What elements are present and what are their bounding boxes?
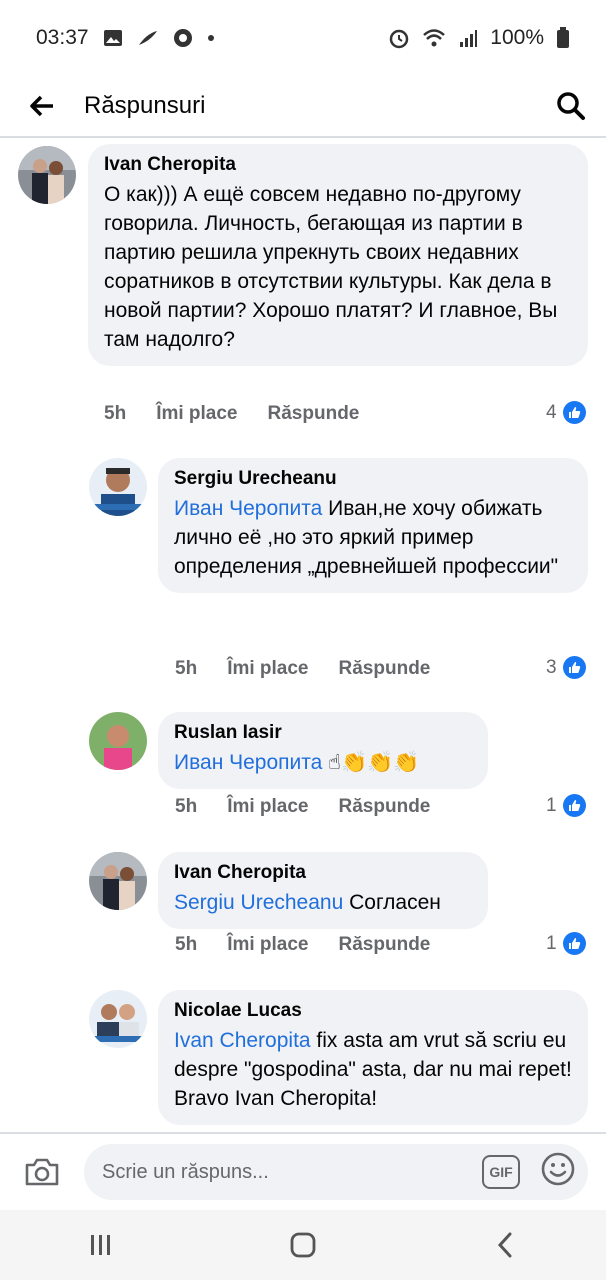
app-header: Răspunsuri: [0, 76, 606, 138]
gallery-icon: [103, 29, 123, 47]
comment-time: 5h: [175, 796, 198, 817]
like-button[interactable]: Îmi place: [156, 403, 237, 425]
comment-bubble: Sergiu Urecheanu Иван Черопита Иван,не х…: [158, 458, 588, 593]
comment-bubble: Nicolae Lucas Ivan Cheropita fix asta am…: [158, 990, 588, 1125]
mention-link[interactable]: Sergiu Urecheanu: [174, 891, 343, 914]
reaction-count[interactable]: 1: [546, 794, 586, 817]
comment-bubble: Ivan Cheropita Sergiu Urecheanu Согласен: [158, 852, 488, 929]
reaction-count[interactable]: 3: [546, 656, 586, 679]
reply-button[interactable]: Răspunde: [339, 796, 431, 818]
reaction-number: 3: [546, 656, 557, 678]
home-icon: [290, 1232, 316, 1258]
comment-actions: 5h Îmi place Răspunde: [175, 796, 460, 818]
comment-author[interactable]: Nicolae Lucas: [174, 1000, 572, 1022]
avatar[interactable]: [18, 146, 76, 204]
like-button[interactable]: Îmi place: [227, 796, 308, 818]
comment-author[interactable]: Ivan Cheropita: [104, 154, 572, 176]
comment-bubble: Ruslan Iasir Иван Черопита ☝👏👏👏: [158, 712, 488, 789]
comment-time: 5h: [175, 658, 198, 679]
reaction-number: 1: [546, 794, 557, 816]
avatar[interactable]: [89, 712, 147, 770]
comment-actions: 5h Îmi place Răspunde: [104, 403, 389, 425]
emoji-button[interactable]: [540, 1151, 576, 1193]
reaction-number: 1: [546, 932, 557, 954]
mention-link[interactable]: Иван Черопита: [174, 497, 322, 520]
comment-text: Согласен: [343, 891, 441, 914]
battery-icon: [556, 27, 570, 49]
comment-bubble: Ivan Cheropita О как))) А ещё совсем нед…: [88, 144, 588, 366]
comment-author[interactable]: Sergiu Urecheanu: [174, 468, 572, 490]
reply-input-placeholder: Scrie un răspuns...: [102, 1160, 269, 1183]
thumbs-up-icon: [562, 656, 586, 679]
recent-apps-button[interactable]: [61, 1215, 141, 1275]
mention-link[interactable]: Иван Черопита: [174, 751, 322, 774]
battery-percent: 100%: [490, 26, 544, 49]
comment-text-continued: определения „древнейшей профессии": [174, 555, 559, 578]
reply-button[interactable]: Răspunde: [268, 403, 360, 425]
smiley-icon: [541, 1152, 575, 1186]
thumbs-up-icon: [562, 401, 586, 424]
comment-time: 5h: [104, 403, 127, 424]
alarm-icon: [388, 27, 410, 49]
thumbs-up-icon: [562, 794, 586, 817]
chevron-left-icon: [497, 1232, 512, 1258]
reply-button[interactable]: Răspunde: [339, 934, 431, 956]
reaction-number: 4: [546, 401, 557, 423]
comment-text: О как))) А ещё совсем недавно по-другому…: [104, 183, 558, 351]
status-bar: 03:37 100%: [0, 0, 606, 76]
comment-author[interactable]: Ivan Cheropita: [174, 862, 472, 884]
nav-back-button[interactable]: [465, 1215, 545, 1275]
signal-icon: [458, 28, 478, 48]
like-button[interactable]: Îmi place: [227, 658, 308, 680]
reply-composer: Scrie un răspuns... GIF: [0, 1132, 606, 1210]
back-button[interactable]: [0, 75, 84, 137]
camera-icon: [25, 1158, 59, 1186]
avatar[interactable]: [89, 990, 147, 1048]
search-button[interactable]: [536, 75, 606, 137]
thumbs-up-icon: [562, 932, 586, 955]
comment-time: 5h: [175, 934, 198, 955]
page-title: Răspunsuri: [84, 92, 206, 119]
avatar[interactable]: [89, 458, 147, 516]
notification-dot-icon: [207, 34, 215, 42]
wifi-icon: [422, 28, 446, 48]
avatar[interactable]: [89, 852, 147, 910]
like-button[interactable]: Îmi place: [227, 934, 308, 956]
arrow-left-icon: [30, 95, 53, 117]
comment-text: ☝👏👏👏: [322, 751, 420, 774]
chrome-icon: [173, 28, 193, 48]
gif-button[interactable]: GIF: [482, 1155, 520, 1189]
feather-icon: [137, 29, 159, 47]
reaction-count[interactable]: 4: [546, 401, 586, 424]
reply-input[interactable]: Scrie un răspuns... GIF: [84, 1144, 588, 1200]
status-time: 03:37: [36, 26, 89, 49]
mention-link[interactable]: Ivan Cheropita: [174, 1029, 311, 1052]
reaction-count[interactable]: 1: [546, 932, 586, 955]
recent-apps-icon: [91, 1235, 110, 1255]
camera-button[interactable]: [18, 1148, 66, 1196]
home-button[interactable]: [263, 1215, 343, 1275]
reply-button[interactable]: Răspunde: [339, 658, 431, 680]
system-nav-bar: [0, 1210, 606, 1280]
search-icon: [557, 92, 585, 120]
comment-actions: 5h Îmi place Răspunde: [175, 658, 460, 680]
comment-author[interactable]: Ruslan Iasir: [174, 722, 472, 744]
comment-actions: 5h Îmi place Răspunde: [175, 934, 460, 956]
